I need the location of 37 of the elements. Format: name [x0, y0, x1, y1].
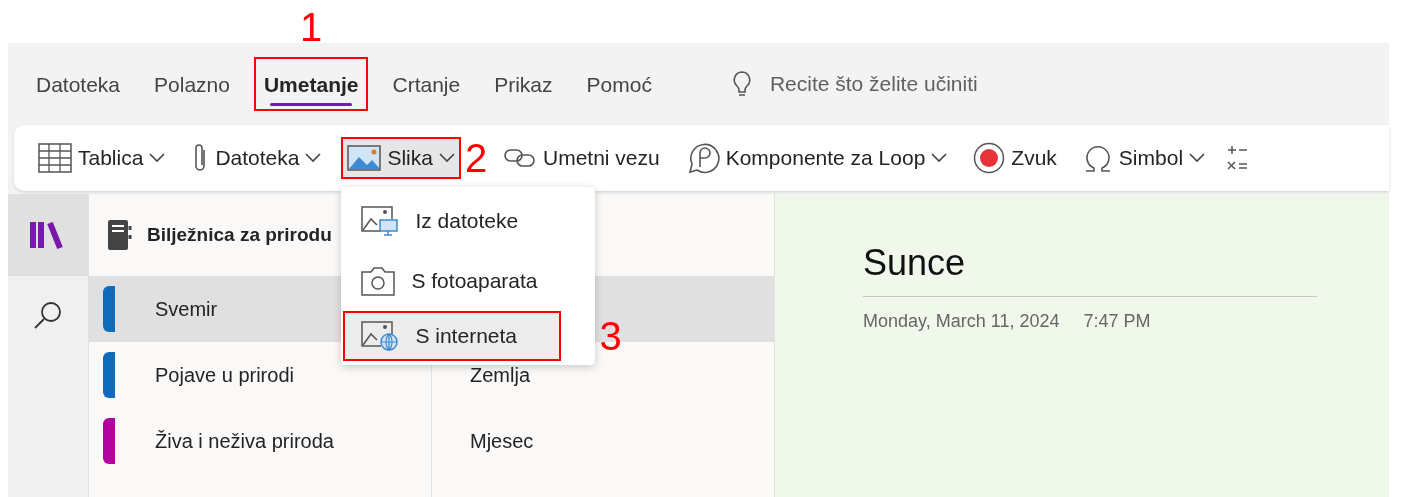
- lightbulb-icon: [731, 70, 752, 98]
- link-icon: [502, 147, 537, 169]
- table-icon: [38, 143, 72, 173]
- camera-icon: [361, 266, 396, 296]
- picture-icon: [361, 321, 400, 351]
- section-item[interactable]: Živa i neživa priroda: [89, 408, 431, 474]
- notebooks-button[interactable]: [8, 194, 88, 276]
- page-date: Monday, March 11, 2024: [863, 311, 1060, 332]
- search-icon: [33, 300, 63, 330]
- menu-item[interactable]: S interneta: [343, 311, 562, 361]
- notebooks-icon: [30, 220, 66, 250]
- ribbon-button[interactable]: Komponente za Loop: [679, 133, 954, 183]
- ribbon-button[interactable]: Zvuk: [967, 134, 1063, 182]
- callout-number: 2: [464, 138, 488, 178]
- page-item[interactable]: Mjesec: [432, 408, 774, 474]
- menu-item[interactable]: Iz datoteke: [343, 191, 562, 251]
- ribbon-button[interactable]: Datoteka: [185, 134, 328, 182]
- callout-number: 1: [300, 7, 323, 47]
- notebook-title[interactable]: Bilježnica za prirodu: [147, 224, 332, 246]
- ribbon-button[interactable]: Umetni vezu: [496, 138, 666, 178]
- ribbon-button[interactable]: Tablica: [32, 135, 172, 181]
- menu-tab[interactable]: Umetanje: [253, 57, 369, 111]
- callout-number: 3: [599, 316, 622, 356]
- record-icon: [973, 142, 1006, 174]
- picture-icon: [361, 206, 400, 236]
- page-time: 7:47 PM: [1083, 311, 1151, 332]
- search-field[interactable]: Recite što želite učiniti: [765, 68, 1094, 100]
- ribbon-button[interactable]: Simbol: [1076, 135, 1212, 181]
- menu-tab[interactable]: Prikaz: [484, 57, 563, 111]
- menu-tab[interactable]: Datoteka: [26, 57, 131, 111]
- menu-tab[interactable]: Crtanje: [382, 57, 471, 111]
- menu-tab[interactable]: Polazno: [144, 57, 240, 111]
- ribbon-button[interactable]: Slika: [341, 137, 461, 179]
- menu-tab[interactable]: Pomoć: [576, 57, 662, 111]
- picture-icon: [347, 145, 382, 171]
- notebook-icon: [107, 219, 133, 251]
- page-title: Sunce: [863, 242, 967, 284]
